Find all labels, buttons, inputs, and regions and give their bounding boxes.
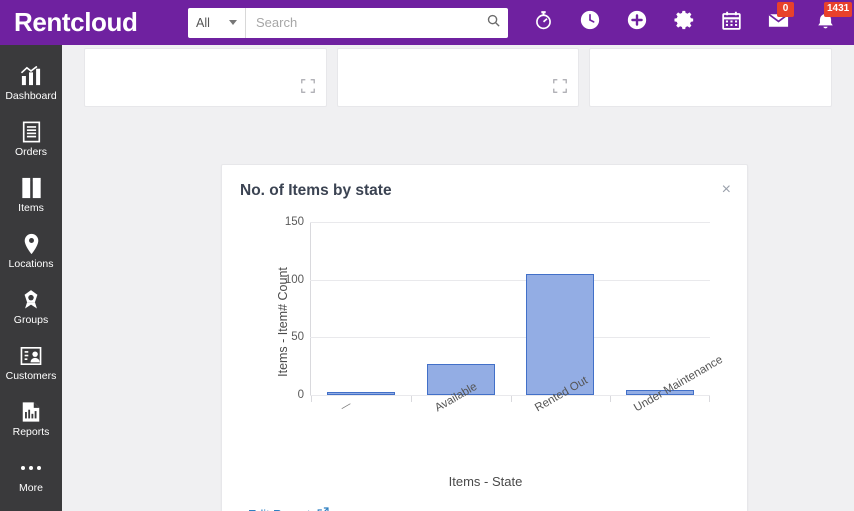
add-new-button[interactable] [624,10,650,36]
app-root: Rentcloud All Search 0 1431 Dashboard Or… [0,0,854,511]
expand-arrows-icon[interactable] [300,78,316,99]
items-box-icon [21,177,42,199]
calendar-icon [721,10,742,36]
dashboard-content: No. of Items by state × Items - Item# Co… [62,45,854,511]
sidebar-item-label: Customers [5,369,57,382]
edit-report-link[interactable]: Edit Report [248,507,329,511]
chart-x-tick-labels: — Available Rented Out Under Maintenance [311,354,725,466]
dashboard-widget-card[interactable] [84,48,327,107]
messages-badge: 0 [777,1,794,17]
clock-icon-button[interactable] [577,10,603,36]
chart-x-label-slot: Rented Out [511,375,611,466]
items-by-state-chart: Items - Item# Count 0 50 100 150 — Available… [222,207,749,507]
dashboard-chart-icon [20,65,42,87]
top-widget-row [62,48,854,107]
search-bar: All [188,7,508,38]
sidebar-item-label: Orders [14,145,48,158]
chart-x-label-slot: — [311,396,411,466]
chart-y-tick-label: 50 [291,331,304,344]
chart-y-tick-label: 100 [284,273,304,286]
external-link-icon [317,507,329,511]
sidebar-item-label: Locations [8,257,54,270]
stopwatch-icon-button[interactable] [530,10,556,36]
sidebar-item-label: Items [18,201,44,214]
search-scope-dropdown[interactable]: All [188,7,246,38]
chart-x-label-slot: Under Maintenance [610,354,725,466]
close-icon[interactable]: × [722,182,731,198]
header-icon-group: 0 1431 [508,1,854,36]
chart-x-label-slot: Available [411,381,511,466]
customers-card-icon [20,345,42,367]
sidebar-item-more[interactable]: More [0,447,62,503]
calendar-button[interactable] [718,10,744,36]
expand-arrows-icon[interactable] [552,78,568,99]
more-dots-icon [20,457,42,479]
chart-bar-slot [411,222,511,395]
search-submit-button[interactable] [478,8,508,38]
notifications-badge: 1431 [824,1,853,17]
sidebar-item-reports[interactable]: Reports [0,391,62,447]
sidebar-item-label: Dashboard [5,89,57,102]
chart-x-tick-label: — [339,399,354,414]
sidebar-item-locations[interactable]: Locations [0,223,62,279]
chart-bar[interactable] [326,392,395,395]
search-icon [486,13,501,33]
clock-icon [579,9,601,36]
left-sidebar: Dashboard Orders Items Locations Groups … [0,45,62,511]
page-title: No. of Items by state [240,182,392,199]
edit-report-label: Edit Report [248,508,311,511]
chart-plot-area: 0 50 100 150 [285,216,710,402]
chevron-down-icon [229,20,237,25]
sidebar-item-label: More [19,481,43,494]
stopwatch-icon [533,10,554,36]
gear-icon [673,9,695,36]
chart-bars [311,222,710,395]
notifications-button[interactable]: 1431 [812,1,853,36]
sidebar-item-items[interactable]: Items [0,167,62,223]
items-by-state-card: No. of Items by state × Items - Item# Co… [221,164,748,511]
chart-y-tick-label: 150 [284,216,304,228]
sidebar-item-groups[interactable]: Groups [0,279,62,335]
top-header: Rentcloud All Search 0 1431 [0,0,854,45]
dashboard-widget-card[interactable] [589,48,833,107]
chart-x-axis-label: Items - State [448,474,523,489]
settings-button[interactable] [671,10,697,36]
sidebar-item-orders[interactable]: Orders [0,111,62,167]
chart-bar-slot [511,222,611,395]
search-input[interactable] [246,7,478,38]
orders-list-icon [22,121,41,143]
sidebar-item-label: Groups [13,313,49,326]
dashboard-widget-card[interactable] [336,48,580,107]
search-scope-label: All [196,15,210,30]
sidebar-item-dashboard[interactable]: Dashboard [0,55,62,111]
sidebar-item-label: Reports [12,425,50,438]
groups-star-icon [20,289,42,311]
chart-bar-slot [311,222,411,395]
reports-document-icon [21,401,41,423]
chart-y-tick-label: 0 [297,389,304,401]
sidebar-item-customers[interactable]: Customers [0,335,62,391]
messages-button[interactable]: 0 [765,1,794,36]
app-logo[interactable]: Rentcloud [0,7,182,38]
location-pin-icon [23,233,40,255]
plus-circle-icon [626,9,648,36]
